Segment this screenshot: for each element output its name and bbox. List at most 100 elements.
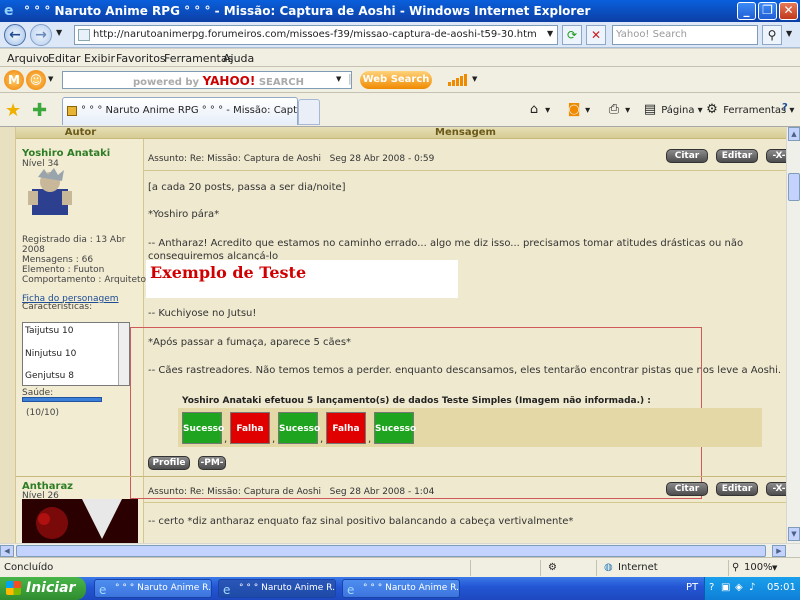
forward-icon[interactable]: →	[30, 24, 52, 46]
favorites-star-icon[interactable]: ★	[5, 100, 21, 121]
dice-result-fail: Falha	[326, 412, 366, 444]
yahoo-messenger-icon[interactable]: ☺	[26, 70, 46, 90]
vertical-scrollbar[interactable]: ▲ ▼	[786, 127, 800, 543]
post1-quote-button[interactable]: Citar	[666, 149, 708, 163]
tab-naruto-rpg[interactable]: ° ° ° Naruto Anime RPG ° ° ° - Missão: C…	[62, 97, 298, 125]
menu-arquivo[interactable]: Arquivo	[7, 52, 49, 65]
tray-icon-network[interactable]: ▣	[721, 582, 730, 593]
zoom-icon[interactable]: ⚲	[732, 562, 739, 573]
dice-results: Sucesso , Falha , Sucesso , Falha , Suce…	[178, 408, 762, 447]
system-tray: ? ▣ ◈ ♪ 05:01	[704, 577, 800, 600]
scroll-right-icon[interactable]: ▶	[772, 545, 786, 557]
address-input[interactable]: http://narutoanimerpg.forumeiros.com/mis…	[74, 25, 558, 45]
print-button[interactable]: ⎙ ▾	[606, 102, 630, 118]
help-icon[interactable]: ?	[782, 102, 788, 113]
web-search-label: Web Search	[362, 74, 430, 85]
horizontal-scrollbar[interactable]: ◀ ▶	[0, 543, 800, 557]
yahoo-mail-icon[interactable]: M	[4, 70, 24, 90]
zoom-dropdown-icon[interactable]: ▼	[772, 564, 777, 572]
scroll-up-icon[interactable]: ▲	[788, 127, 800, 141]
back-icon[interactable]: ←	[4, 24, 26, 46]
feeds-button[interactable]: ◙ ▾	[566, 102, 591, 118]
status-divider	[540, 560, 541, 576]
menu-editar[interactable]: Editar	[48, 52, 81, 65]
ie-icon: e	[347, 583, 355, 597]
tools-menu-button[interactable]: ⚙ Ferramentas ▾	[704, 102, 794, 118]
ie-logo-icon: e	[4, 3, 14, 19]
skills-scrollbar[interactable]	[118, 323, 129, 385]
search-icon[interactable]: ⚲	[762, 25, 782, 45]
post1-line: *Yoshiro pára*	[148, 209, 220, 220]
post1-delete-button[interactable]: -X-	[766, 149, 786, 163]
post2-avatar[interactable]	[22, 499, 138, 543]
page-icon	[78, 29, 90, 41]
horizontal-scroll-thumb[interactable]	[16, 545, 766, 557]
taskbar-item[interactable]: e ° ° ° Naruto Anime R...	[218, 579, 336, 598]
pm-button[interactable]: -PM-	[198, 456, 226, 470]
scroll-down-icon[interactable]: ▼	[788, 527, 800, 541]
status-divider	[728, 560, 729, 576]
taskbar-item-label: ° ° ° Naruto Anime R...	[239, 583, 336, 593]
profile-button[interactable]: Profile	[148, 456, 190, 470]
page-menu-label: Página	[661, 105, 695, 116]
refresh-icon[interactable]: ⟳	[562, 25, 582, 45]
yahoo-menu-icon[interactable]: ▼	[48, 75, 53, 83]
window-title: ° ° ° Naruto Anime RPG ° ° ° - Missão: C…	[24, 4, 591, 18]
left-margin	[0, 127, 16, 543]
search-options-icon[interactable]: ▼	[786, 29, 792, 38]
address-toolbar: ← → ▼ http://narutoanimerpg.forumeiros.c…	[0, 22, 800, 48]
tray-icon-volume[interactable]: ♪	[749, 582, 755, 593]
address-dropdown-icon[interactable]: ▼	[547, 29, 553, 38]
tools-menu-label: Ferramentas	[723, 105, 787, 116]
add-favorite-icon[interactable]: ✚	[32, 100, 47, 121]
web-search-button[interactable]: Web Search	[360, 71, 432, 89]
post1-edit-button[interactable]: Editar	[716, 149, 758, 163]
close-window-button[interactable]: ✕	[779, 2, 798, 20]
minimize-button[interactable]: _	[737, 2, 756, 20]
tray-icon-shield[interactable]: ◈	[735, 582, 743, 593]
bars-dropdown-icon[interactable]: ▼	[472, 75, 477, 83]
language-indicator[interactable]: PT	[686, 582, 698, 593]
printer-icon: ⎙	[608, 102, 620, 117]
gear-icon: ⚙	[706, 102, 718, 117]
taskbar-item[interactable]: e ° ° ° Naruto Anime R...	[94, 579, 212, 598]
skills-listbox[interactable]: Taijutsu 10 Ninjutsu 10 Genjutsu 8	[22, 322, 130, 386]
history-dropdown-icon[interactable]: ▼	[56, 28, 62, 37]
post1-messages: Mensagens : 66	[22, 255, 94, 265]
window-title-bar[interactable]: e ° ° ° Naruto Anime RPG ° ° ° - Missão:…	[0, 0, 800, 22]
post2-delete-button[interactable]: -X-	[766, 482, 786, 496]
example-overlay: Exemplo de Teste	[146, 260, 458, 298]
signal-bars-icon[interactable]	[448, 73, 468, 86]
search-input[interactable]: Yahoo! Search	[612, 25, 758, 45]
menu-favoritos[interactable]: Favoritos	[116, 52, 166, 65]
post2-date: Seg 28 Abr 2008 - 1:04	[329, 487, 435, 497]
dice-roll-title: Yoshiro Anataki efetuou 5 lançamento(s) …	[182, 396, 651, 406]
dice-result-success: Sucesso	[374, 412, 416, 444]
post2-header: Assunto: Re: Missão: Captura de Aoshi Se…	[148, 487, 434, 497]
zoom-level[interactable]: 100%	[744, 562, 773, 573]
post2-quote-button[interactable]: Citar	[666, 482, 708, 496]
page-menu-button[interactable]: ▤ Página ▾	[642, 102, 703, 118]
post1-avatar[interactable]	[22, 167, 78, 217]
home-button[interactable]: ⌂ ▾	[526, 102, 550, 118]
ie-icon: e	[223, 583, 231, 597]
vertical-scroll-thumb[interactable]	[788, 173, 800, 201]
protected-mode-icon[interactable]: ⚙	[548, 562, 557, 573]
scroll-left-icon[interactable]: ◀	[0, 545, 14, 557]
menu-ajuda[interactable]: Ajuda	[223, 52, 254, 65]
stop-icon[interactable]: ✕	[586, 25, 606, 45]
yahoo-search-dropdown-icon[interactable]: ▼	[336, 75, 341, 83]
post1-author[interactable]: Yoshiro Anataki	[22, 148, 110, 159]
dice-separator: ,	[224, 434, 228, 445]
new-tab-button[interactable]	[298, 99, 320, 125]
post2-edit-button[interactable]: Editar	[716, 482, 758, 496]
yahoo-search-input[interactable]: powered by YAHOO! SEARCH	[62, 71, 352, 89]
maximize-button[interactable]: ❐	[758, 2, 777, 20]
tray-icon-help[interactable]: ?	[709, 582, 714, 593]
clock[interactable]: 05:01	[767, 582, 796, 593]
menu-exibir[interactable]: Exibir	[84, 52, 115, 65]
post2-header-divider	[144, 502, 786, 503]
post1-element: Elemento : Fuuton	[22, 265, 105, 275]
taskbar-item[interactable]: e ° ° ° Naruto Anime R...	[342, 579, 460, 598]
start-button[interactable]: Iniciar	[0, 577, 86, 600]
